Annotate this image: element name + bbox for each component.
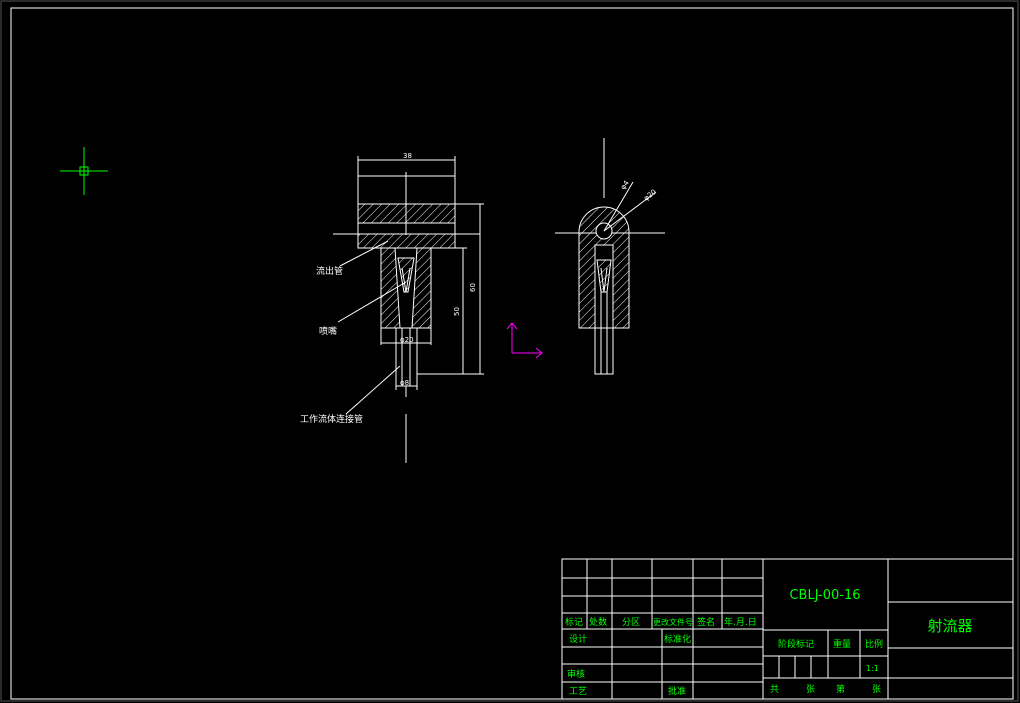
scale-value: 1:1 — [866, 664, 879, 673]
lbl-process: 工艺 — [569, 686, 587, 697]
th-change-doc: 更改文件号 — [653, 617, 693, 627]
lbl-sheet-unit2: 张 — [872, 684, 881, 695]
dim-d8: φ8 — [400, 379, 409, 387]
lbl-sheet-total: 共 — [770, 684, 779, 695]
lbl-weight: 重量 — [833, 638, 851, 650]
dim-right-d4: φ4 — [619, 179, 631, 191]
th-mark: 标记 — [565, 616, 583, 628]
drawing-frame-outer — [0, 0, 1019, 702]
title-block: 标记 处数 分区 更改文件号 签名 年.月.日 设计 标准化 审核 工艺 批准 … — [561, 558, 1014, 700]
dim-right-d20: φ20 — [642, 188, 658, 203]
label-working-fluid-pipe: 工作流体连接管 — [300, 413, 363, 425]
lbl-standardization: 标准化 — [664, 633, 691, 645]
part-name: 射流器 — [927, 617, 972, 635]
side-section-view: φ4 φ20 — [555, 138, 665, 375]
label-outflow-pipe: 流出管 — [316, 265, 343, 277]
lbl-sheet-unit: 张 — [806, 684, 815, 695]
dim-38: 38 — [403, 152, 412, 160]
lbl-design: 设计 — [569, 633, 587, 645]
ucs-axis-icon — [506, 322, 543, 359]
cursor-crosshair-icon — [60, 147, 108, 195]
lbl-sheet-index: 第 — [836, 683, 845, 695]
dim-50: 50 — [453, 307, 461, 316]
th-date: 年.月.日 — [724, 616, 757, 628]
drawing-number: CBLJ-00-16 — [789, 588, 860, 603]
th-count: 处数 — [589, 616, 607, 628]
lbl-stage-mark: 阶段标记 — [778, 638, 814, 650]
lbl-scale: 比例 — [865, 638, 883, 650]
lbl-approval: 批准 — [668, 685, 686, 697]
dim-60: 60 — [469, 283, 477, 292]
th-zone: 分区 — [622, 617, 640, 628]
front-section-view: 38 60 50 φ20 φ8 流出管 喷嘴 工作流体连接管 — [300, 152, 484, 463]
th-sign: 签名 — [697, 616, 715, 628]
dim-d20: φ20 — [400, 336, 414, 344]
label-nozzle: 喷嘴 — [319, 326, 337, 337]
cad-drawing-canvas[interactable]: 38 60 50 φ20 φ8 流出管 喷嘴 工作流体连接管 φ4 φ20 标记… — [0, 0, 1020, 703]
lbl-review: 审核 — [567, 668, 585, 680]
